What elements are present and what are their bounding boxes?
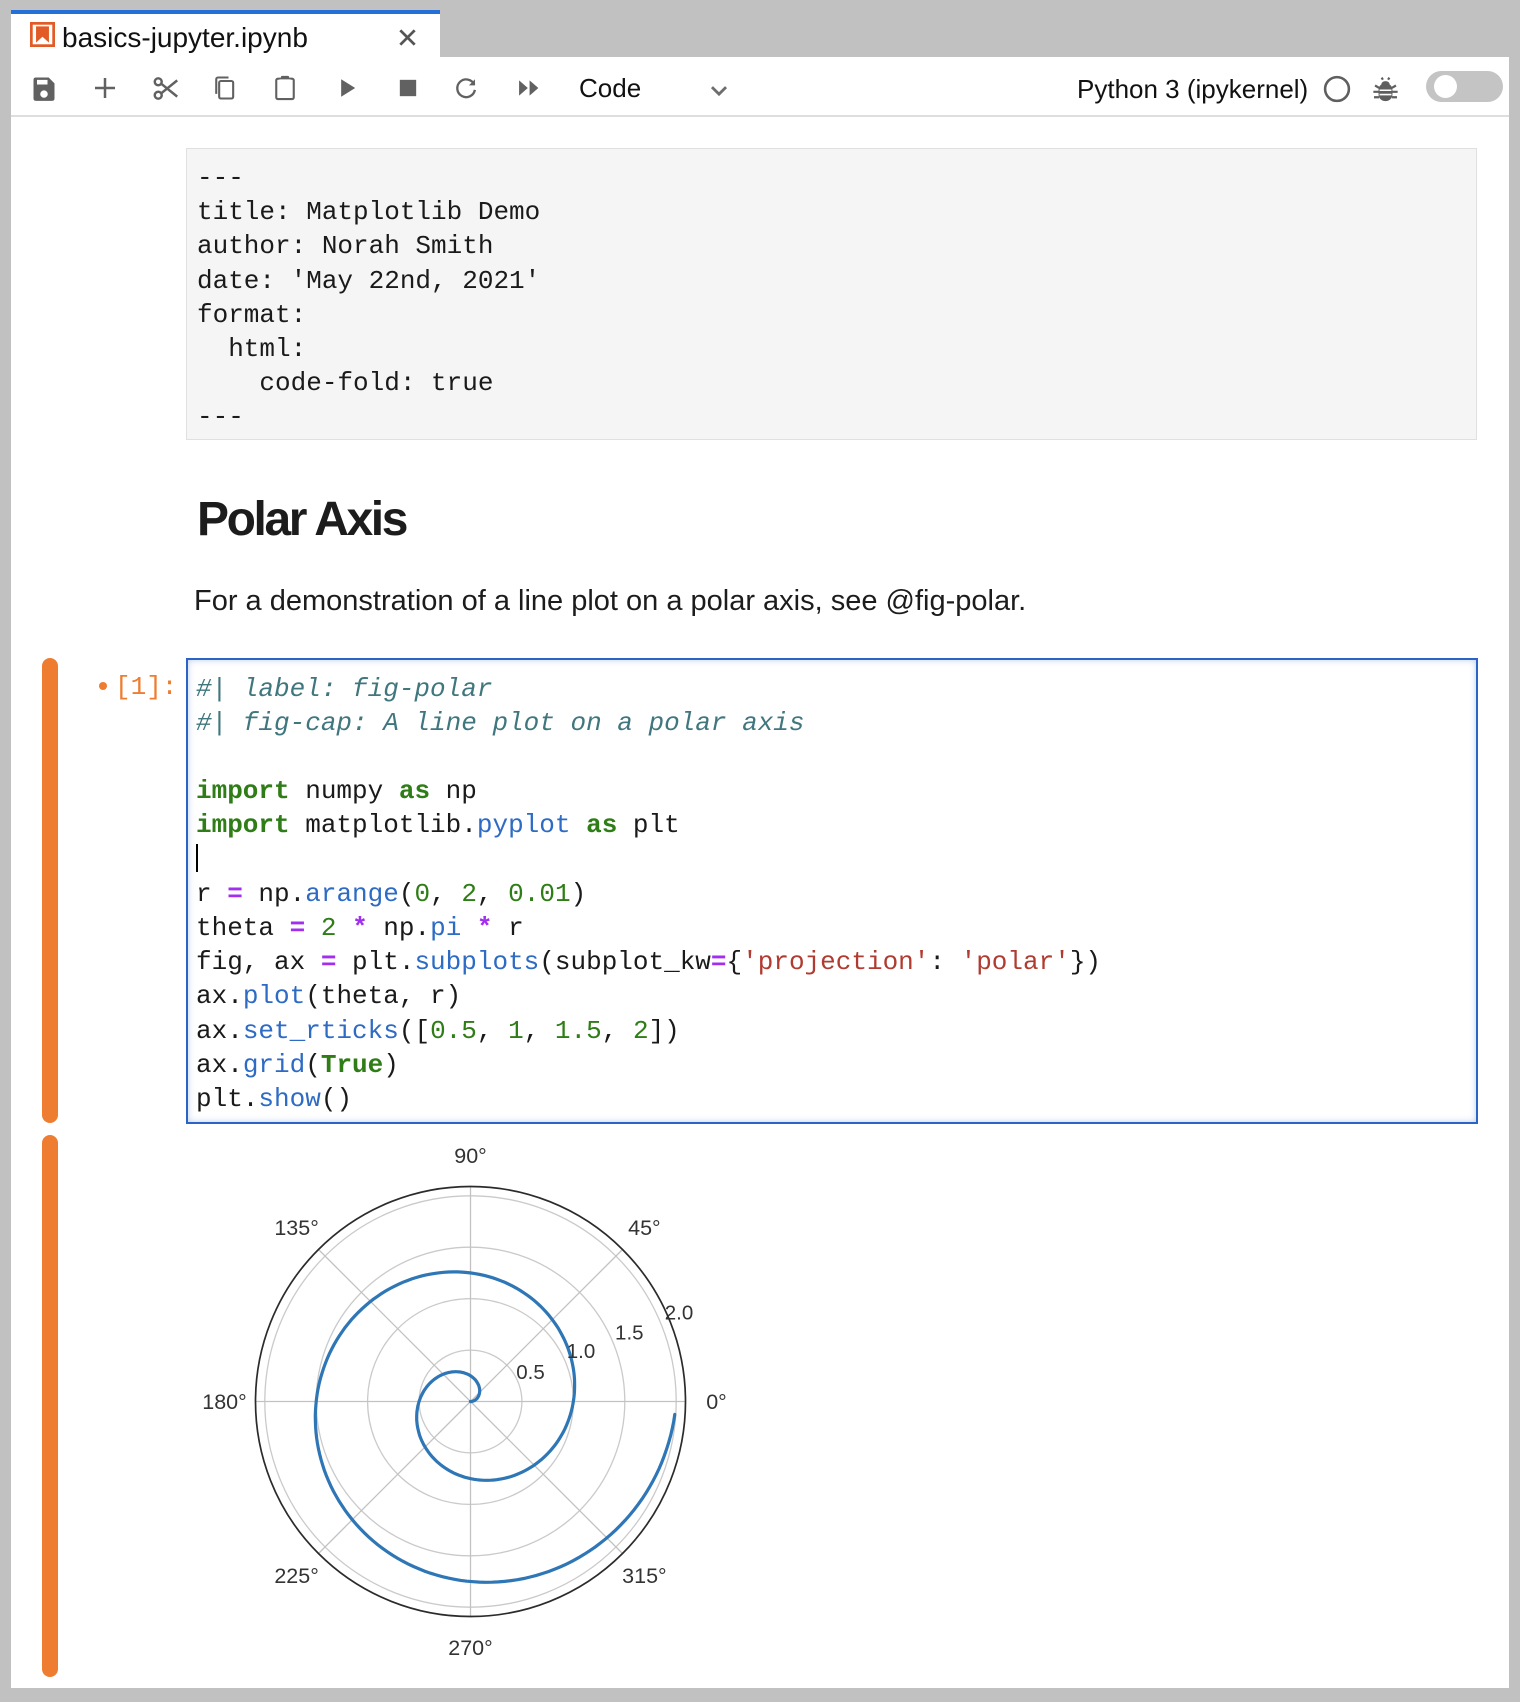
- svg-text:225°: 225°: [274, 1564, 318, 1588]
- svg-text:1.0: 1.0: [567, 1340, 596, 1363]
- svg-text:0°: 0°: [706, 1390, 727, 1414]
- svg-text:45°: 45°: [628, 1216, 661, 1240]
- svg-text:135°: 135°: [274, 1216, 318, 1240]
- svg-text:1.5: 1.5: [615, 1322, 644, 1345]
- svg-text:90°: 90°: [454, 1144, 487, 1168]
- svg-text:2.0: 2.0: [665, 1301, 694, 1324]
- svg-text:180°: 180°: [202, 1390, 246, 1414]
- svg-text:0.5: 0.5: [516, 1361, 545, 1384]
- svg-text:270°: 270°: [448, 1636, 492, 1660]
- svg-text:315°: 315°: [622, 1564, 666, 1588]
